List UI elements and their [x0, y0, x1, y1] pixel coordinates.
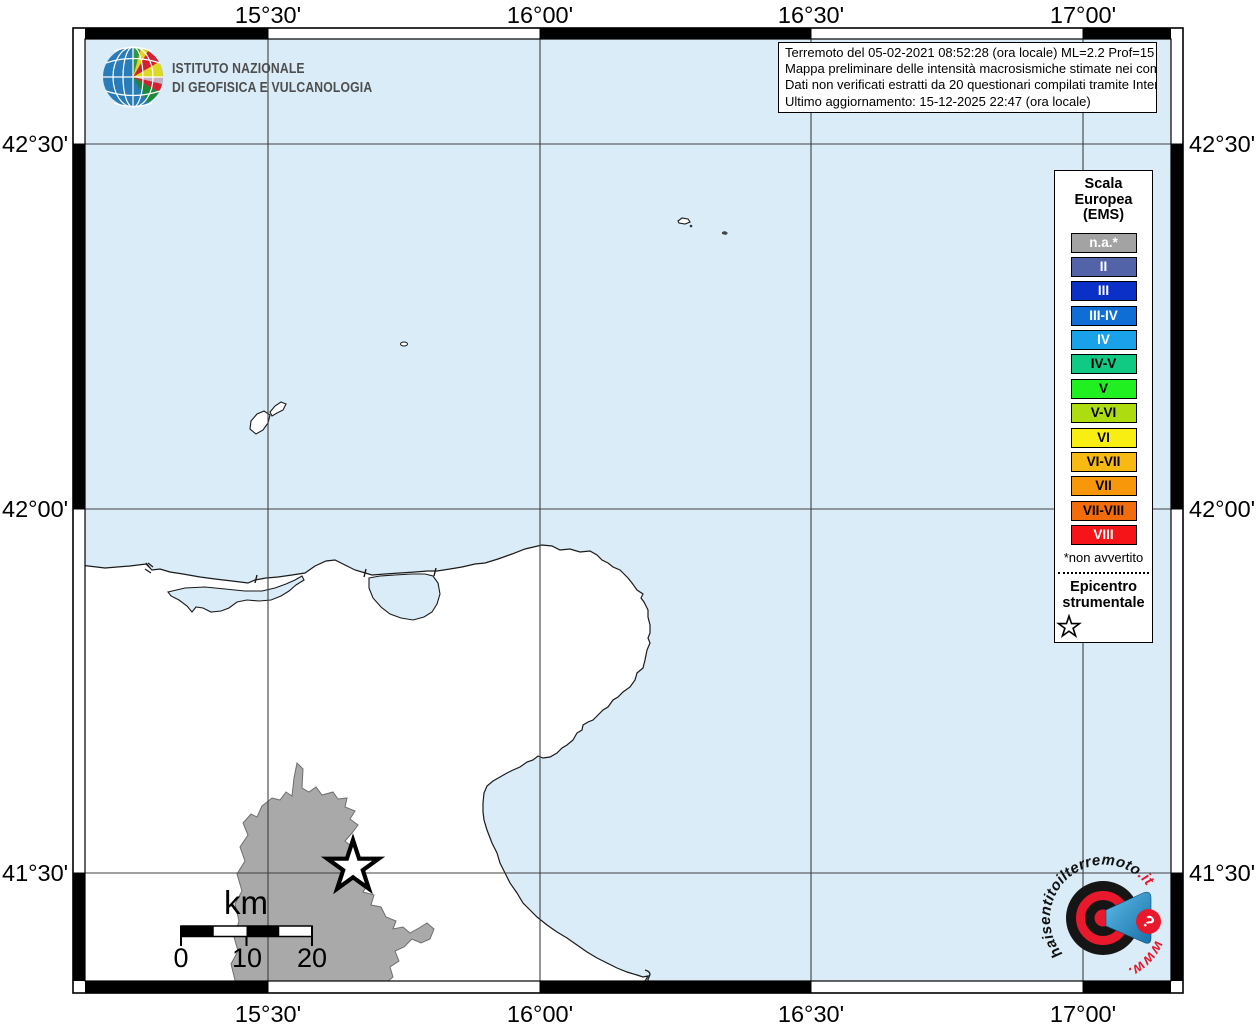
legend-star-icon: [1055, 614, 1083, 641]
legend-title-1: Scala: [1055, 177, 1152, 193]
ems-item-vi-vii: VI-VII: [1071, 452, 1137, 472]
info-line-event: Terremoto del 05-02-2021 08:52:28 (ora l…: [785, 45, 1150, 61]
ems-item-v-vi: V-VI: [1071, 403, 1137, 423]
axis-bottom-1630: 16°30': [778, 1001, 844, 1024]
ems-item-viii: VIII: [1071, 525, 1137, 545]
macroseismic-map-page: haisentitoilterremoto.it www. ? 15°30' 1…: [0, 0, 1256, 1024]
axis-bottom-1600: 16°00': [507, 1001, 573, 1024]
ems-item-iii: III: [1071, 281, 1137, 301]
island-pianosa: [401, 342, 408, 346]
axis-top-1700: 17°00': [1050, 2, 1116, 29]
event-info-box: Terremoto del 05-02-2021 08:52:28 (ora l…: [778, 42, 1157, 113]
axis-left-4130: 41°30': [2, 860, 68, 887]
epicenter-label-1: Epicentro: [1055, 579, 1152, 595]
ingv-line1: ISTITUTO NAZIONALE: [172, 60, 372, 79]
axis-right-4130: 41°30': [1189, 860, 1255, 887]
axis-right-4200: 42°00': [1189, 496, 1255, 523]
scale-tick-0: 0: [173, 943, 188, 974]
info-line-map: Mappa preliminare delle intensità macros…: [785, 61, 1150, 77]
legend-title-3: (EMS): [1055, 208, 1152, 224]
axis-bottom-1700: 17°00': [1050, 1001, 1116, 1024]
ingv-line2: DI GEOFISICA E VULCANOLOGIA: [172, 79, 372, 98]
ems-legend: Scala Europea (EMS) n.a.* II III III-IV …: [1054, 170, 1153, 643]
ems-item-na: n.a.*: [1071, 233, 1137, 253]
ems-scale-items: n.a.* II III III-IV IV IV-V V V-VI VI VI…: [1055, 233, 1152, 546]
epicenter-label-2: strumentale: [1055, 595, 1152, 611]
scale-tick-20: 20: [297, 943, 327, 974]
axis-top-1600: 16°00': [507, 2, 573, 29]
legend-footnote: *non avvertito: [1055, 550, 1152, 565]
info-line-data: Dati non verificati estratti da 20 quest…: [785, 77, 1150, 93]
axis-left-4200: 42°00': [2, 496, 68, 523]
axis-top-1630: 16°30': [778, 2, 844, 29]
islet-north-a2: [690, 225, 693, 228]
axis-top-1530: 15°30': [235, 2, 301, 29]
ems-item-v: V: [1071, 379, 1137, 399]
ems-item-vi: VI: [1071, 428, 1137, 448]
axis-left-4230: 42°30': [2, 131, 68, 158]
ems-item-iv: IV: [1071, 330, 1137, 350]
axis-right-4230: 42°30': [1189, 131, 1255, 158]
legend-separator: [1058, 572, 1149, 574]
ems-item-ii: II: [1071, 257, 1137, 277]
scale-unit-label: km: [224, 884, 268, 922]
ems-item-iii-iv: III-IV: [1071, 306, 1137, 326]
ingv-globe-icon: [103, 47, 163, 107]
ems-item-iv-v: IV-V: [1071, 354, 1137, 374]
ems-item-vii-viii: VII-VIII: [1071, 501, 1137, 521]
ingv-logo-text: ISTITUTO NAZIONALE DI GEOFISICA E VULCAN…: [172, 60, 372, 97]
scale-tick-10: 10: [232, 943, 262, 974]
legend-title-2: Europea: [1055, 193, 1152, 209]
ems-item-vii: VII: [1071, 476, 1137, 496]
axis-bottom-1530: 15°30': [235, 1001, 301, 1024]
info-line-updated: Ultimo aggiornamento: 15-12-2025 22:47 (…: [785, 94, 1150, 110]
